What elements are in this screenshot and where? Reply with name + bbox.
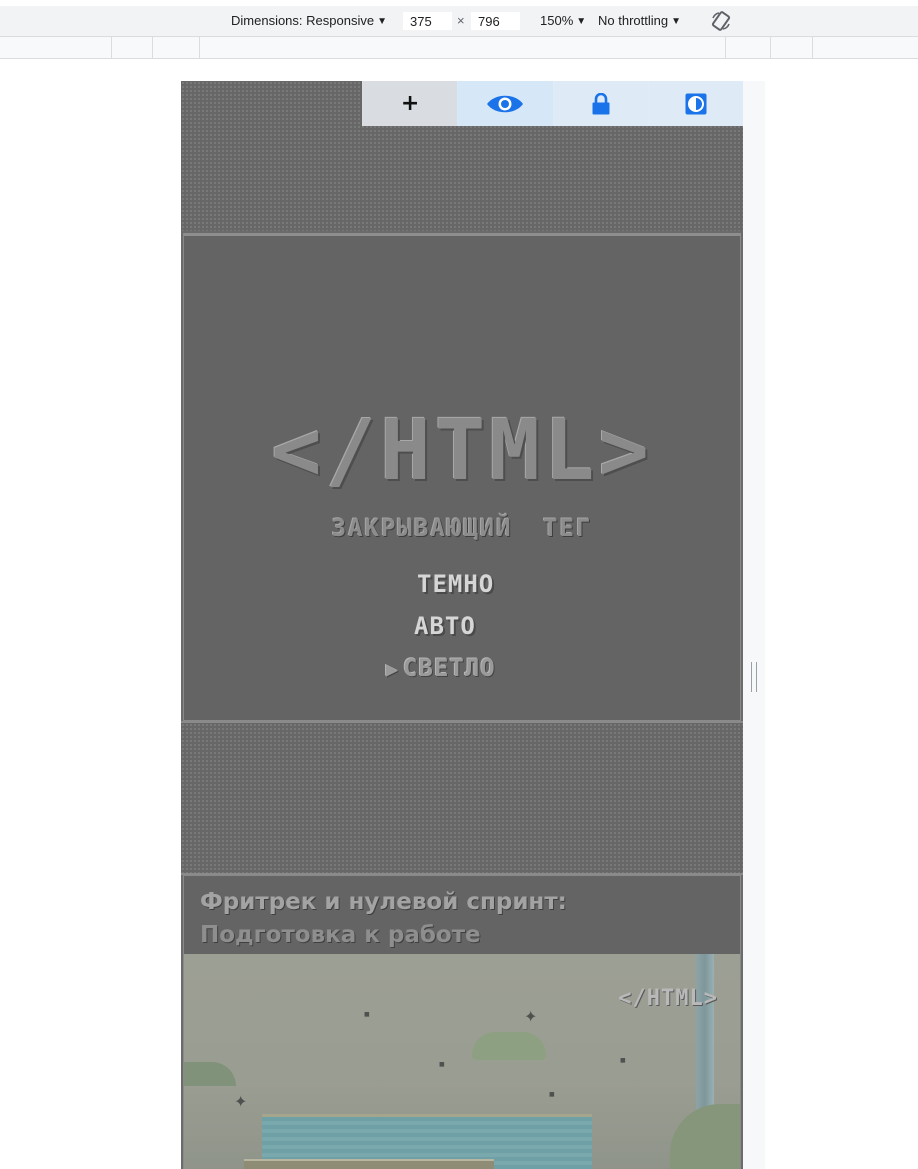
dot-icon: ■ (439, 1061, 445, 1068)
chevron-down-icon: ▼ (377, 16, 387, 27)
ruler-segment[interactable] (725, 37, 771, 58)
times-sign: × (457, 13, 465, 28)
eye-icon (487, 95, 524, 112)
cloud-shape (472, 1032, 546, 1060)
theme-option-light[interactable]: ▶ СВЕТЛО (386, 654, 496, 682)
contrast-icon (685, 93, 707, 114)
visibility-button[interactable] (457, 81, 553, 126)
theme-option-label: ТЕМНО (417, 570, 495, 598)
article-card[interactable]: Фритрек и нулевой спринт: Подготовка к р… (183, 875, 741, 1169)
bush-shape (184, 1062, 236, 1086)
hero-subtitle: ЗАКРЫВАЮЩИЙ ТЕГ (331, 514, 593, 542)
zoom-label: 150% (540, 13, 574, 28)
rotate-icon (711, 11, 731, 31)
devtools-device-toolbar: Dimensions: Responsive▼ × 150%▼ No throt… (0, 6, 918, 37)
theme-option-label: АВТО (414, 612, 476, 640)
dimensions-dropdown[interactable]: Dimensions: Responsive ▼ (231, 6, 387, 36)
middle-pattern-strip (181, 721, 743, 875)
zoom-dropdown[interactable]: 150% ▼ (540, 6, 586, 36)
control-bar: + (362, 81, 743, 126)
throttling-dropdown[interactable]: No throttling ▼ (598, 6, 681, 36)
ruler-segment[interactable] (770, 37, 813, 58)
contrast-button[interactable] (647, 81, 743, 126)
theme-option-label: СВЕТЛО (403, 654, 496, 682)
theme-hero: </HTML> ЗАКРЫВАЮЩИЙ ТЕГ ТЕМНО АВТО ▶ СВЕТ… (183, 233, 741, 721)
pointer-icon: ▶ (386, 657, 400, 681)
chevron-down-icon: ▼ (576, 16, 587, 27)
ruler-segment[interactable] (199, 37, 726, 58)
lock-icon (592, 92, 610, 114)
viewport-gutter (743, 81, 765, 1169)
width-input[interactable] (403, 12, 452, 30)
cover-html-logo: </HTML> (618, 986, 718, 1011)
chevron-down-icon: ▼ (671, 16, 681, 27)
plus-icon: + (400, 91, 420, 116)
dot-icon: ■ (549, 1091, 555, 1098)
dot-icon: ■ (364, 1011, 370, 1018)
dimensions-label: Dimensions: Responsive (231, 13, 375, 28)
viewport-resize-handle[interactable] (751, 662, 757, 692)
dot-icon: ■ (620, 1057, 626, 1064)
lock-button[interactable] (552, 81, 648, 126)
html-logo: </HTML> (270, 401, 653, 499)
article-title-line2: Подготовка к работе (200, 922, 481, 948)
rotate-button[interactable] (710, 10, 732, 32)
sparkle-icon: ✦ (234, 1092, 248, 1111)
throttling-label: No throttling (598, 13, 669, 28)
theme-option-auto[interactable]: АВТО (414, 612, 476, 640)
article-cover-image[interactable]: </HTML> ✦ ✦ ■ ■ ■ ■ (184, 954, 740, 1169)
ruler-segment[interactable] (111, 37, 153, 58)
ruler-segment[interactable] (152, 37, 200, 58)
bush-shape (670, 1104, 740, 1169)
article-title[interactable]: Фритрек и нулевой спринт: Подготовка к р… (200, 886, 567, 952)
bank-shape (244, 1159, 494, 1169)
theme-option-dark[interactable]: ТЕМНО (417, 570, 494, 598)
height-input[interactable] (471, 12, 520, 30)
media-query-ruler[interactable] (0, 37, 918, 59)
sparkle-icon: ✦ (524, 1007, 538, 1026)
article-title-line1: Фритрек и нулевой спринт: (200, 889, 567, 915)
add-button[interactable]: + (362, 81, 458, 126)
emulated-viewport: + </HTML> ЗАКРЫВАЮЩИЙ ТЕГ ТЕМНО АВТО ▶ С… (181, 81, 743, 1169)
